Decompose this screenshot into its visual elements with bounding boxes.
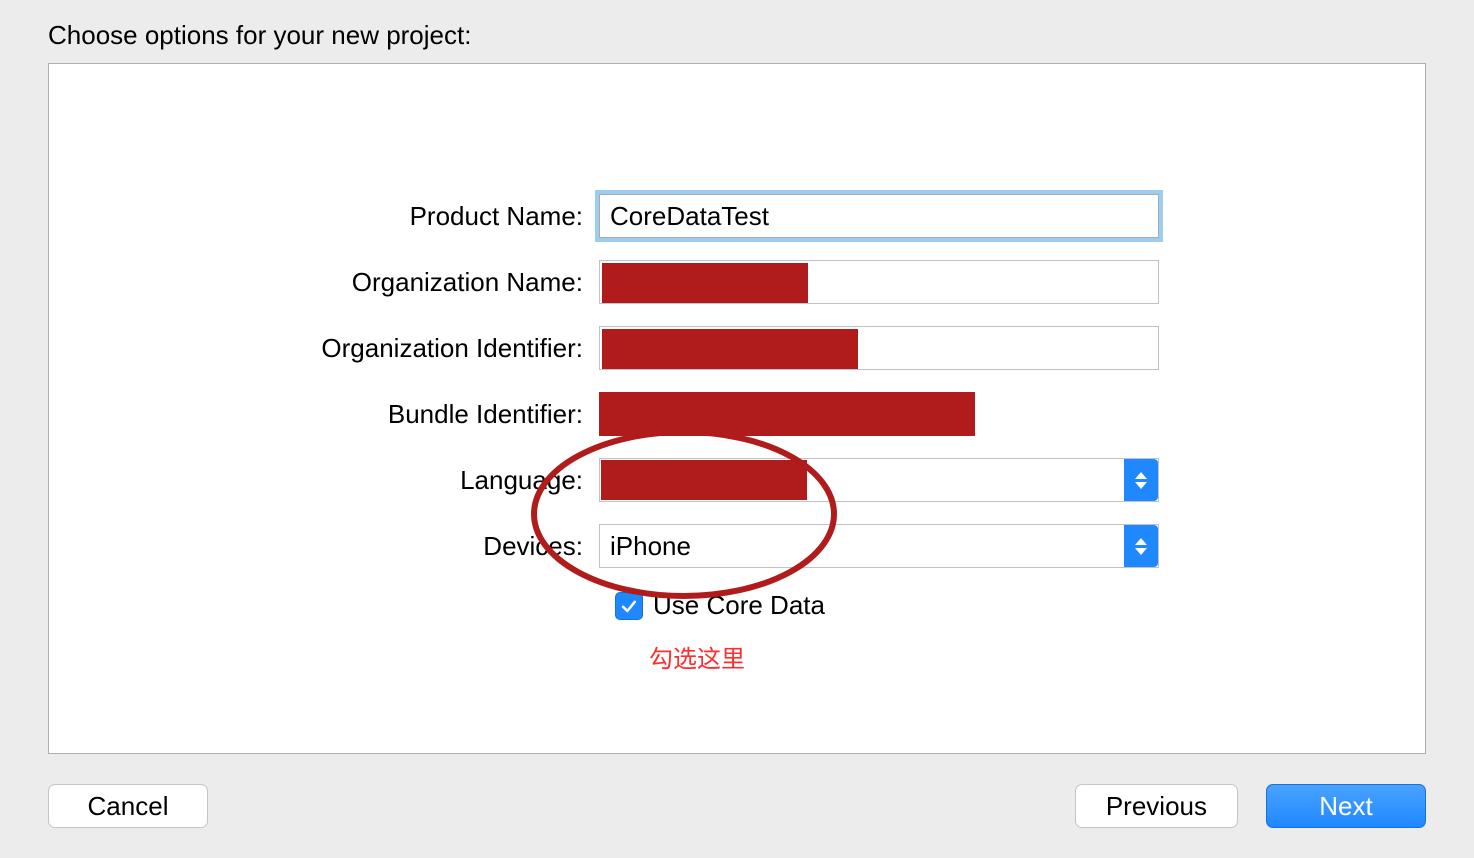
organization-name-label: Organization Name: xyxy=(89,267,599,298)
annotation-hint-text: 勾选这里 xyxy=(649,639,1385,674)
use-core-data-checkbox[interactable] xyxy=(615,592,643,620)
organization-identifier-row: Organization Identifier: xyxy=(89,326,1385,370)
button-group-right: Previous Next xyxy=(1075,784,1426,828)
organization-name-input[interactable] xyxy=(599,260,1159,304)
devices-row: Devices: iPhone xyxy=(89,524,1385,568)
use-core-data-label: Use Core Data xyxy=(653,590,825,621)
devices-value: iPhone xyxy=(610,531,691,562)
organization-identifier-input[interactable] xyxy=(599,326,1159,370)
bundle-identifier-value xyxy=(599,392,1159,436)
updown-arrows-icon xyxy=(1124,459,1158,501)
product-name-row: Product Name: xyxy=(89,194,1385,238)
product-name-label: Product Name: xyxy=(89,201,599,232)
product-name-input[interactable] xyxy=(599,194,1159,238)
new-project-options-dialog: Choose options for your new project: Pro… xyxy=(0,0,1474,858)
next-button[interactable]: Next xyxy=(1266,784,1426,828)
previous-button[interactable]: Previous xyxy=(1075,784,1238,828)
organization-identifier-label: Organization Identifier: xyxy=(89,333,599,364)
use-core-data-row: Use Core Data xyxy=(615,590,1385,621)
dialog-title: Choose options for your new project: xyxy=(48,20,1426,51)
organization-name-row: Organization Name: xyxy=(89,260,1385,304)
cancel-button[interactable]: Cancel xyxy=(48,784,208,828)
bundle-identifier-row: Bundle Identifier: xyxy=(89,392,1385,436)
button-bar: Cancel Previous Next xyxy=(48,784,1426,828)
redacted-content xyxy=(602,263,808,303)
annotation-circle-icon xyxy=(524,419,844,609)
devices-label: Devices: xyxy=(89,531,599,562)
devices-select[interactable]: iPhone xyxy=(599,524,1159,568)
checkmark-icon xyxy=(619,596,639,616)
bundle-identifier-label: Bundle Identifier: xyxy=(89,399,599,430)
language-select[interactable] xyxy=(599,458,1159,502)
language-label: Language: xyxy=(89,465,599,496)
updown-arrows-icon xyxy=(1124,525,1158,567)
form-container: Product Name: Organization Name: Organiz… xyxy=(48,63,1426,754)
redacted-content xyxy=(601,460,807,500)
redacted-content xyxy=(602,329,858,369)
redacted-content xyxy=(599,392,975,436)
language-row: Language: xyxy=(89,458,1385,502)
